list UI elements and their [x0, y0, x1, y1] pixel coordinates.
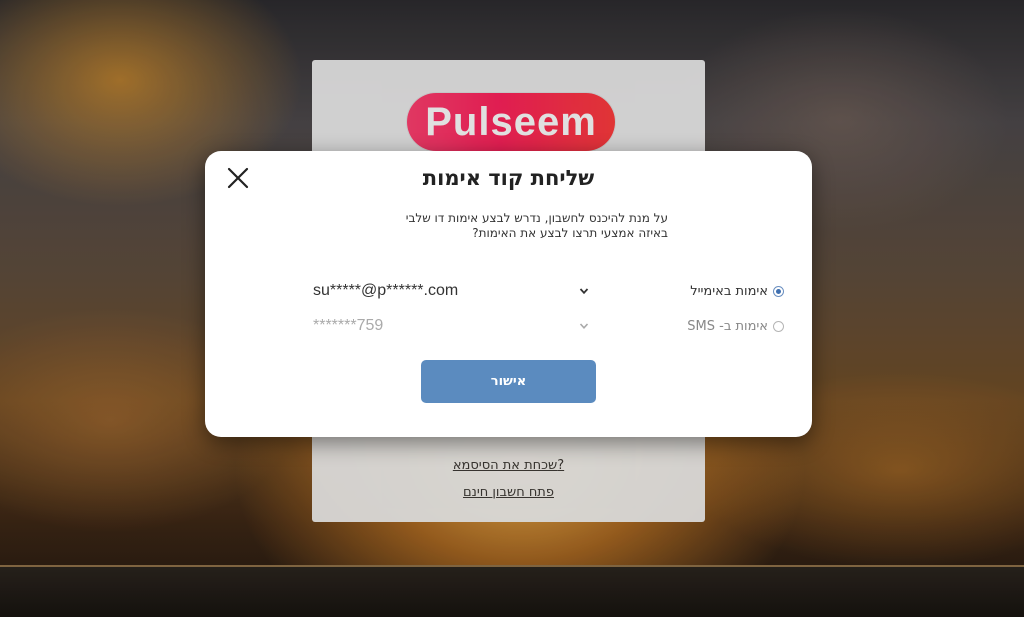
- confirm-button[interactable]: אישור: [421, 360, 596, 403]
- modal-description: על מנת להיכנס לחשבון, נדרש לבצע אימות דו…: [285, 211, 668, 241]
- radio-button-unchecked[interactable]: [773, 320, 784, 332]
- chevron-down-icon: [579, 288, 589, 295]
- sms-select-value: *******759: [313, 317, 384, 334]
- email-select-value: su*****@p******.com: [313, 282, 459, 299]
- sms-select[interactable]: *******759: [313, 315, 589, 337]
- sms-verification-radio[interactable]: אימות ב- SMS: [687, 316, 784, 336]
- verification-modal: שליחת קוד אימות על מנת להיכנס לחשבון, נד…: [205, 151, 812, 437]
- email-verification-radio[interactable]: אימות באימייל: [690, 281, 784, 301]
- email-verification-label: אימות באימייל: [690, 283, 768, 299]
- email-select[interactable]: su*****@p******.com: [313, 280, 589, 302]
- sms-option-row: *******759 אימות ב- SMS: [205, 315, 812, 337]
- modal-title: שליחת קוד אימות: [422, 166, 595, 190]
- radio-button-checked[interactable]: [773, 285, 784, 297]
- email-option-row: su*****@p******.com אימות באימייל: [205, 280, 812, 302]
- description-line-1: על מנת להיכנס לחשבון, נדרש לבצע אימות דו…: [405, 211, 668, 225]
- description-line-2: באיזה אמצעי תרצו לבצע את האימות?: [472, 226, 668, 240]
- chevron-down-icon: [579, 323, 589, 329]
- sms-verification-label: אימות ב- SMS: [687, 318, 768, 334]
